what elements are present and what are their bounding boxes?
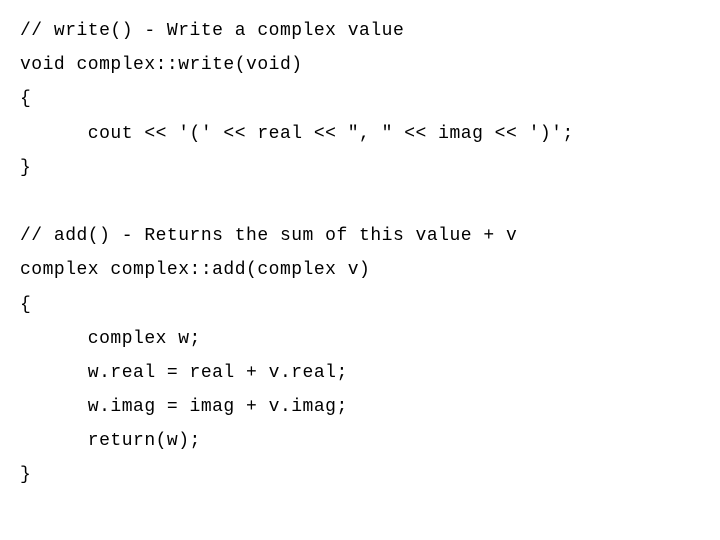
code-block: // write() - Write a complex value void … [0,0,720,507]
